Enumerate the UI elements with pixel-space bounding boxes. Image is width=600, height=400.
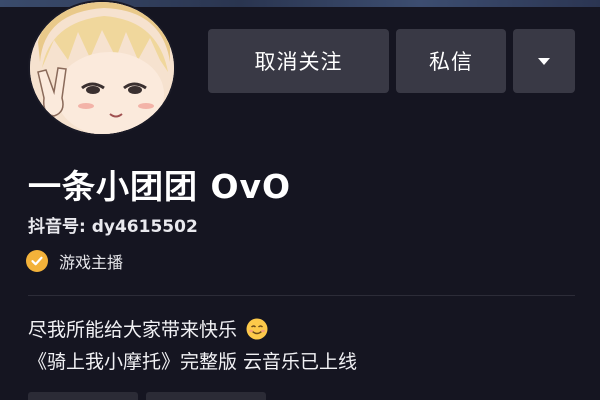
check-badge-icon bbox=[26, 250, 48, 272]
profile-nickname: 一条小团团 OvO bbox=[28, 167, 292, 206]
divider bbox=[28, 295, 575, 296]
unfollow-label: 取消关注 bbox=[254, 50, 343, 74]
bio-line-2: 《骑上我小摩托》完整版 云音乐已上线 bbox=[28, 347, 357, 374]
caret-down-icon bbox=[538, 57, 550, 65]
verification-row: 游戏主播 bbox=[26, 249, 123, 273]
more-options-button[interactable] bbox=[513, 29, 575, 93]
account-id: 抖音号: dy4615502 bbox=[28, 217, 198, 237]
profile-page: 取消关注 私信 一条小团团 OvO 抖音号: dy4615502 游戏主播 尽我… bbox=[0, 0, 600, 400]
bio-text-2: 《骑上我小摩托》完整版 云音乐已上线 bbox=[28, 351, 358, 373]
message-button[interactable]: 私信 bbox=[396, 29, 506, 93]
bio-text-1: 尽我所能给大家带来快乐 bbox=[28, 319, 238, 341]
unfollow-button[interactable]: 取消关注 bbox=[208, 29, 389, 93]
smiling-face-icon bbox=[246, 318, 268, 340]
profile-tag-1[interactable] bbox=[28, 392, 138, 400]
verification-label: 游戏主播 bbox=[59, 253, 124, 272]
message-label: 私信 bbox=[429, 50, 473, 74]
profile-tag-2[interactable] bbox=[146, 392, 266, 400]
bio-line-1: 尽我所能给大家带来快乐 bbox=[28, 315, 268, 342]
anime-avatar-icon[interactable] bbox=[28, 0, 176, 136]
